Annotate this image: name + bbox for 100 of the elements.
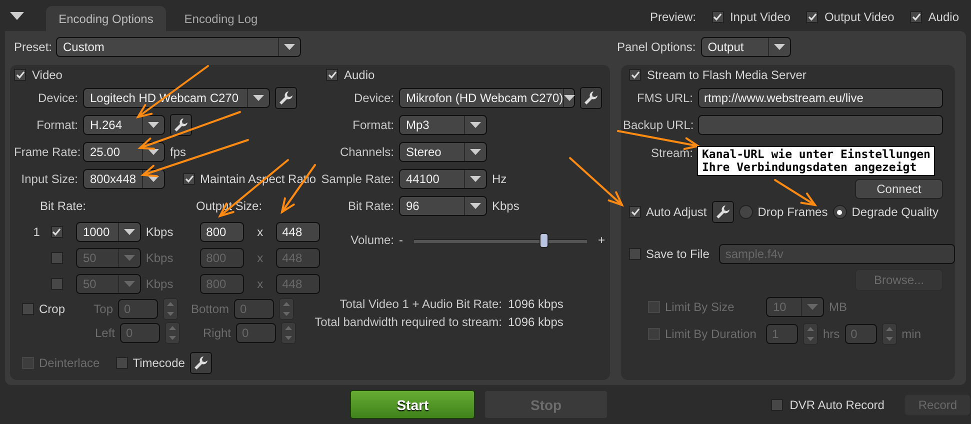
spinner[interactable]	[165, 322, 180, 344]
caret-icon	[253, 95, 264, 101]
checkbox[interactable]	[806, 10, 818, 22]
checkbox[interactable]	[910, 10, 922, 22]
dropdown[interactable]: 1000	[76, 222, 141, 242]
wrench-icon	[278, 90, 294, 106]
label: Kbps	[146, 251, 174, 265]
minus-label: -	[399, 233, 403, 247]
checkbox[interactable]	[22, 303, 34, 315]
input-field[interactable]: rtmp://www.webstream.eu/live	[698, 88, 943, 108]
dropdown[interactable]: Output	[700, 37, 791, 57]
wrench-icon	[173, 117, 189, 133]
start-button[interactable]: Start	[350, 390, 476, 419]
input-field[interactable]: 800	[200, 222, 244, 242]
value-text: 1096 kbps	[508, 297, 564, 311]
caret-icon	[148, 176, 159, 182]
checkbox[interactable]	[629, 69, 641, 81]
checkbox[interactable]	[629, 248, 641, 260]
label: Left	[95, 326, 115, 340]
label: Sample Rate:	[320, 172, 394, 186]
label: Preset:	[14, 40, 52, 54]
spinner[interactable]	[279, 298, 294, 320]
label: Format:	[352, 118, 394, 132]
label: Auto Adjust	[646, 205, 707, 219]
label: Save to File	[646, 247, 710, 261]
input-field[interactable]	[698, 115, 943, 135]
label: Bit Rate:	[40, 199, 86, 213]
settings-button[interactable]	[275, 87, 297, 109]
caret-icon	[124, 281, 135, 287]
label: Timecode	[132, 356, 185, 370]
label: Input Video	[730, 10, 790, 24]
label: x	[257, 277, 264, 291]
tab[interactable]: Encoding Log	[166, 6, 276, 31]
label: fps	[170, 145, 186, 159]
spinner[interactable]	[803, 323, 818, 345]
checkbox[interactable]	[629, 206, 641, 218]
menu-icon[interactable]	[10, 12, 24, 20]
dropdown[interactable]: Custom	[56, 37, 302, 57]
checkbox[interactable]	[770, 398, 783, 410]
caret-icon	[124, 255, 135, 261]
label: x	[257, 225, 264, 239]
settings-button[interactable]	[170, 114, 192, 136]
spinner[interactable]	[281, 322, 296, 344]
checkbox[interactable]	[50, 252, 63, 264]
label: Preview:	[650, 10, 696, 24]
dropdown[interactable]: 25.00	[83, 142, 165, 162]
checkbox[interactable]	[116, 357, 128, 369]
checkbox[interactable]	[50, 278, 63, 290]
spinner[interactable]	[163, 298, 178, 320]
annotation-arrow	[774, 179, 818, 206]
dropdown[interactable]: Stereo	[399, 142, 487, 162]
checkbox[interactable]	[50, 226, 63, 238]
settings-button[interactable]	[580, 87, 602, 109]
input-field[interactable]: 448	[276, 222, 320, 242]
checkbox[interactable]	[14, 69, 26, 81]
label: Right	[202, 326, 231, 340]
tab[interactable]: Encoding Options	[46, 6, 166, 31]
radio-button[interactable]	[832, 205, 847, 219]
checkbox[interactable]	[712, 10, 724, 22]
label: Panel Options:	[617, 40, 696, 54]
spinner[interactable]	[882, 323, 897, 345]
label: DVR Auto Record	[790, 398, 884, 412]
label: FMS URL:	[636, 91, 693, 105]
caret-icon	[148, 122, 159, 128]
label: Output Video	[824, 10, 894, 24]
label: Drop Frames	[758, 205, 828, 219]
label: Format:	[36, 118, 78, 132]
label: Video	[32, 68, 62, 82]
label: Top	[93, 302, 114, 316]
dropdown[interactable]: 44100	[399, 169, 487, 189]
checkbox[interactable]	[326, 69, 338, 81]
label: Audio	[344, 68, 375, 82]
label: Frame Rate:	[14, 145, 78, 159]
dropdown[interactable]: H.264	[83, 115, 165, 135]
label: Device:	[352, 91, 394, 105]
checkbox[interactable]	[183, 173, 195, 185]
radio-button[interactable]	[738, 205, 753, 219]
dropdown[interactable]: 800x448	[83, 169, 165, 189]
checkbox[interactable]	[648, 328, 660, 340]
settings-button[interactable]	[190, 352, 212, 374]
slider-thumb[interactable]	[539, 232, 548, 248]
dropdown[interactable]: Mp3	[399, 115, 487, 135]
plus-label: +	[598, 233, 606, 247]
checkbox[interactable]	[648, 301, 660, 313]
caret-icon	[284, 44, 296, 50]
dropdown[interactable]: 96	[399, 196, 487, 216]
caret-icon	[470, 149, 481, 155]
label: Bottom	[190, 302, 230, 316]
caret-icon	[807, 304, 818, 310]
connect-button[interactable]: Connect	[855, 179, 943, 199]
caret-icon	[470, 176, 481, 182]
dropdown[interactable]: Mikrofon (HD Webcam C270)	[399, 88, 575, 108]
label: Crop	[39, 302, 66, 316]
value-text: 1096 kbps	[508, 315, 564, 329]
caret-icon	[470, 203, 481, 209]
caret-icon	[564, 95, 576, 101]
settings-button[interactable]	[712, 201, 734, 223]
caret-icon	[470, 122, 481, 128]
label: Kbps	[146, 225, 174, 239]
label: Deinterlace	[39, 356, 100, 370]
